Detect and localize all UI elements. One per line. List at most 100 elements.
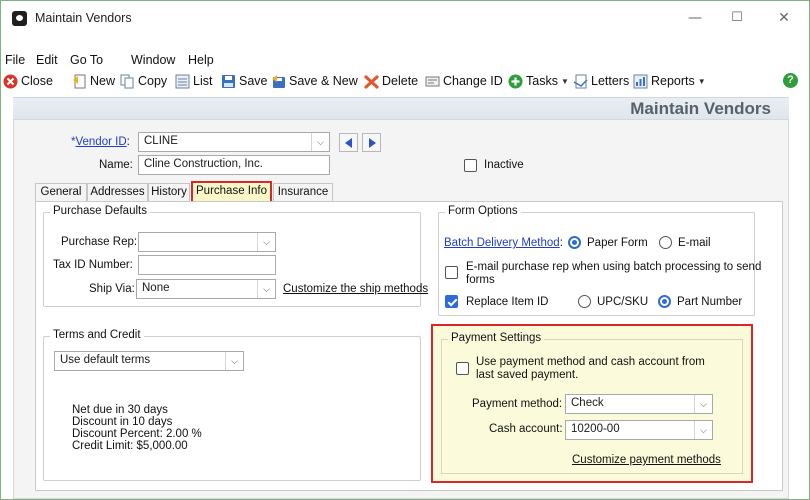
name-label: Name:	[99, 159, 133, 171]
title-bar: Maintain Vendors — ☐ ✕	[1, 1, 809, 35]
menu-window[interactable]: Window	[131, 53, 175, 67]
customize-ship-methods-link[interactable]: Customize the ship methods	[283, 283, 428, 295]
form-options-title: Form Options	[445, 205, 521, 217]
replace-item-id-label: Replace Item ID	[466, 296, 549, 308]
purchase-rep-combo[interactable]: ⌵	[138, 232, 276, 252]
terms-net-due: Net due in 30 days	[72, 404, 168, 416]
tab-addresses[interactable]: Addresses	[87, 183, 148, 202]
chevron-down-icon[interactable]: ⌵	[257, 233, 275, 251]
close-button[interactable]: Close	[3, 72, 53, 90]
page-header: Maintain Vendors	[13, 97, 789, 119]
batch-paper-label: Paper Form	[587, 237, 648, 249]
terms-combo[interactable]: Use default terms ⌵	[54, 351, 244, 371]
customize-payment-methods-link[interactable]: Customize payment methods	[572, 454, 721, 466]
list-button[interactable]: List	[175, 72, 212, 90]
terms-value: Use default terms	[60, 354, 151, 366]
tab-general[interactable]: General	[35, 183, 87, 202]
menu-edit[interactable]: Edit	[36, 53, 58, 67]
chevron-down-icon[interactable]: ⌵	[225, 352, 243, 370]
copy-button[interactable]: Copy	[120, 72, 167, 90]
delete-button[interactable]: Delete	[364, 72, 418, 90]
save-new-label: Save & New	[289, 74, 358, 88]
tasks-label: Tasks	[526, 74, 558, 88]
tab-insurance[interactable]: Insurance	[273, 183, 333, 202]
reports-icon	[633, 74, 648, 89]
vendor-id-combo[interactable]: CLINE ⌵	[138, 132, 330, 152]
minimize-button[interactable]: —	[682, 7, 708, 29]
save-button[interactable]: Save	[221, 72, 268, 90]
ship-via-combo[interactable]: None ⌵	[136, 279, 276, 299]
batch-paper-radio[interactable]	[568, 236, 581, 249]
tasks-plus-icon	[508, 74, 523, 89]
tab-purchase-info[interactable]: Purchase Info	[191, 181, 272, 203]
vendor-id-link[interactable]: Vendor ID	[75, 136, 126, 148]
tasks-dropdown-icon: ▼	[560, 76, 569, 86]
chevron-down-icon[interactable]: ⌵	[311, 133, 329, 151]
terms-credit-limit: Credit Limit: $5,000.00	[72, 440, 188, 452]
chevron-down-icon[interactable]: ⌵	[694, 395, 712, 413]
ship-via-value: None	[142, 282, 170, 294]
vendor-id-label: *Vendor ID:	[71, 136, 130, 148]
close-circle-icon	[3, 74, 18, 89]
copy-label: Copy	[138, 74, 168, 88]
menu-bar: File Edit Go To Window Help	[1, 52, 809, 70]
chevron-down-icon[interactable]: ⌵	[257, 280, 275, 298]
page-title: Maintain Vendors	[630, 99, 771, 118]
email-rep-checkbox[interactable]	[445, 266, 458, 279]
list-label: List	[193, 74, 213, 88]
upc-sku-radio[interactable]	[578, 295, 591, 308]
menu-file[interactable]: File	[5, 53, 25, 67]
save-new-button[interactable]: Save & New	[271, 72, 358, 90]
name-field[interactable]: Cline Construction, Inc.	[138, 155, 330, 175]
terms-discount-days: Discount in 10 days	[72, 416, 173, 428]
email-rep-label-line1: E-mail purchase rep when using batch pro…	[466, 261, 762, 273]
chevron-down-icon[interactable]: ⌵	[694, 421, 712, 439]
previous-record-button[interactable]	[339, 133, 358, 152]
batch-email-radio[interactable]	[659, 236, 672, 249]
delete-x-icon	[364, 74, 379, 89]
maximize-button[interactable]: ☐	[724, 7, 750, 29]
help-icon[interactable]: ?	[783, 73, 798, 88]
close-window-button[interactable]: ✕	[771, 7, 797, 29]
cash-account-label: Cash account:	[489, 423, 563, 435]
inactive-checkbox[interactable]	[464, 159, 477, 172]
arrow-right-icon	[369, 138, 376, 148]
change-id-button[interactable]: Change ID	[425, 72, 503, 90]
payment-method-combo[interactable]: Check ⌵	[565, 394, 713, 414]
use-last-payment-checkbox[interactable]	[456, 362, 469, 375]
tax-id-label: Tax ID Number:	[53, 259, 133, 271]
letters-icon	[573, 74, 588, 89]
tax-id-field[interactable]	[138, 255, 276, 275]
batch-delivery-link[interactable]: Batch Delivery Method	[444, 237, 560, 249]
new-label: New	[90, 74, 116, 88]
email-rep-label-line2: forms	[466, 274, 495, 286]
part-number-radio[interactable]	[658, 295, 671, 308]
tasks-button[interactable]: Tasks ▼	[508, 72, 569, 90]
purchase-defaults-title: Purchase Defaults	[50, 205, 150, 217]
toolbar: Close New Copy List Save Save & New Dele…	[1, 72, 809, 92]
payment-method-label: Payment method:	[472, 398, 563, 410]
maintain-vendors-window: Maintain Vendors — ☐ ✕ File Edit Go To W…	[0, 0, 810, 500]
use-last-payment-label-line1: Use payment method and cash account from	[476, 356, 705, 368]
menu-go-to[interactable]: Go To	[70, 53, 103, 67]
new-record-icon	[72, 74, 87, 89]
list-icon	[175, 74, 190, 89]
reports-button[interactable]: Reports ▼	[633, 72, 706, 90]
ship-via-label: Ship Via:	[89, 283, 135, 295]
cash-account-combo[interactable]: 10200-00 ⌵	[565, 420, 713, 440]
payment-settings-title: Payment Settings	[448, 332, 545, 344]
next-record-button[interactable]	[362, 133, 381, 152]
replace-item-id-checkbox[interactable]	[445, 295, 458, 308]
new-button[interactable]: New	[72, 72, 115, 90]
menu-help[interactable]: Help	[188, 53, 214, 67]
letters-label: Letters	[591, 74, 630, 88]
letters-button[interactable]: Letters	[573, 72, 629, 90]
vendor-id-value: CLINE	[144, 135, 178, 147]
change-id-icon	[425, 74, 440, 89]
tab-history[interactable]: History	[148, 183, 190, 202]
copy-icon	[120, 74, 135, 89]
purchase-rep-label: Purchase Rep:	[61, 236, 138, 248]
name-value: Cline Construction, Inc.	[144, 158, 263, 170]
reports-dropdown-icon: ▼	[697, 76, 706, 86]
save-disk-icon	[221, 74, 236, 89]
